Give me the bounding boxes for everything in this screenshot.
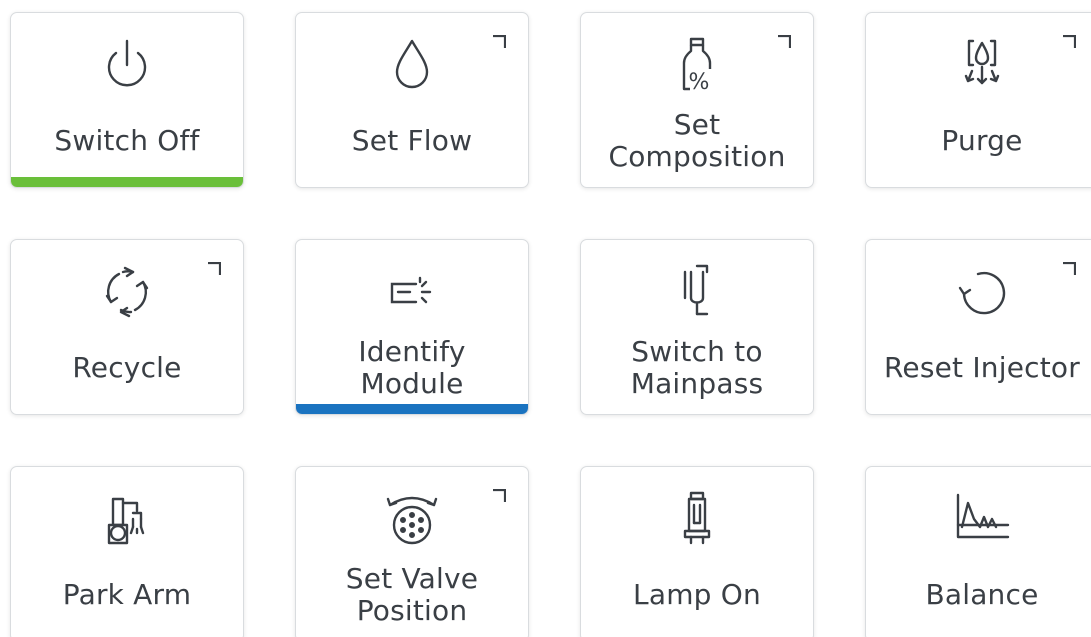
- mainpass-icon: [667, 262, 727, 322]
- drop-icon: [382, 35, 442, 95]
- identify-module-icon: [382, 262, 442, 322]
- valve-icon: [382, 489, 442, 549]
- tile-label: Switch to Mainpass: [630, 335, 764, 400]
- tile-recycle[interactable]: Recycle: [10, 239, 244, 415]
- tile-label: Purge: [941, 124, 1023, 157]
- tile-identify-module[interactable]: Identify Module: [295, 239, 529, 415]
- status-bar-blue: [296, 404, 528, 414]
- tile-label: Set Composition: [608, 108, 786, 173]
- tile-set-composition[interactable]: % Set Composition: [580, 12, 814, 188]
- tile-label: Switch Off: [54, 124, 200, 157]
- tile-set-valve-position[interactable]: Set Valve Position: [295, 466, 529, 637]
- tile-label: Set Valve Position: [345, 562, 479, 627]
- recycle-icon: [97, 262, 157, 322]
- tile-label: Park Arm: [62, 578, 192, 611]
- action-tile-grid: Switch Off Set Flow % Set Composition Pu…: [0, 0, 1091, 637]
- tile-set-flow[interactable]: Set Flow: [295, 12, 529, 188]
- corner-indicator-icon: [207, 262, 221, 276]
- tile-label: Balance: [925, 578, 1039, 611]
- corner-indicator-icon: [492, 489, 506, 503]
- bottle-percent-icon: %: [667, 35, 727, 95]
- tile-label: Identify Module: [358, 335, 466, 400]
- corner-indicator-icon: [1062, 262, 1076, 276]
- lamp-icon: [667, 489, 727, 549]
- tile-switch-off[interactable]: Switch Off: [10, 12, 244, 188]
- tile-purge[interactable]: Purge: [865, 12, 1091, 188]
- corner-indicator-icon: [1062, 35, 1076, 49]
- robot-arm-icon: [97, 489, 157, 549]
- tile-reset-injector[interactable]: Reset Injector: [865, 239, 1091, 415]
- tile-lamp-on[interactable]: Lamp On: [580, 466, 814, 637]
- tile-label: Reset Injector: [884, 351, 1080, 384]
- tile-park-arm[interactable]: Park Arm: [10, 466, 244, 637]
- tile-switch-to-mainpass[interactable]: Switch to Mainpass: [580, 239, 814, 415]
- power-icon: [97, 35, 157, 95]
- corner-indicator-icon: [492, 35, 506, 49]
- reset-icon: [952, 262, 1012, 322]
- corner-indicator-icon: [777, 35, 791, 49]
- balance-chart-icon: [952, 489, 1012, 549]
- status-bar-green: [11, 177, 243, 187]
- tile-label: Set Flow: [351, 124, 473, 157]
- tile-label: Recycle: [72, 351, 182, 384]
- purge-icon: [952, 35, 1012, 95]
- tile-label: Lamp On: [633, 578, 761, 611]
- tile-balance[interactable]: Balance: [865, 466, 1091, 637]
- svg-text:%: %: [689, 70, 710, 95]
